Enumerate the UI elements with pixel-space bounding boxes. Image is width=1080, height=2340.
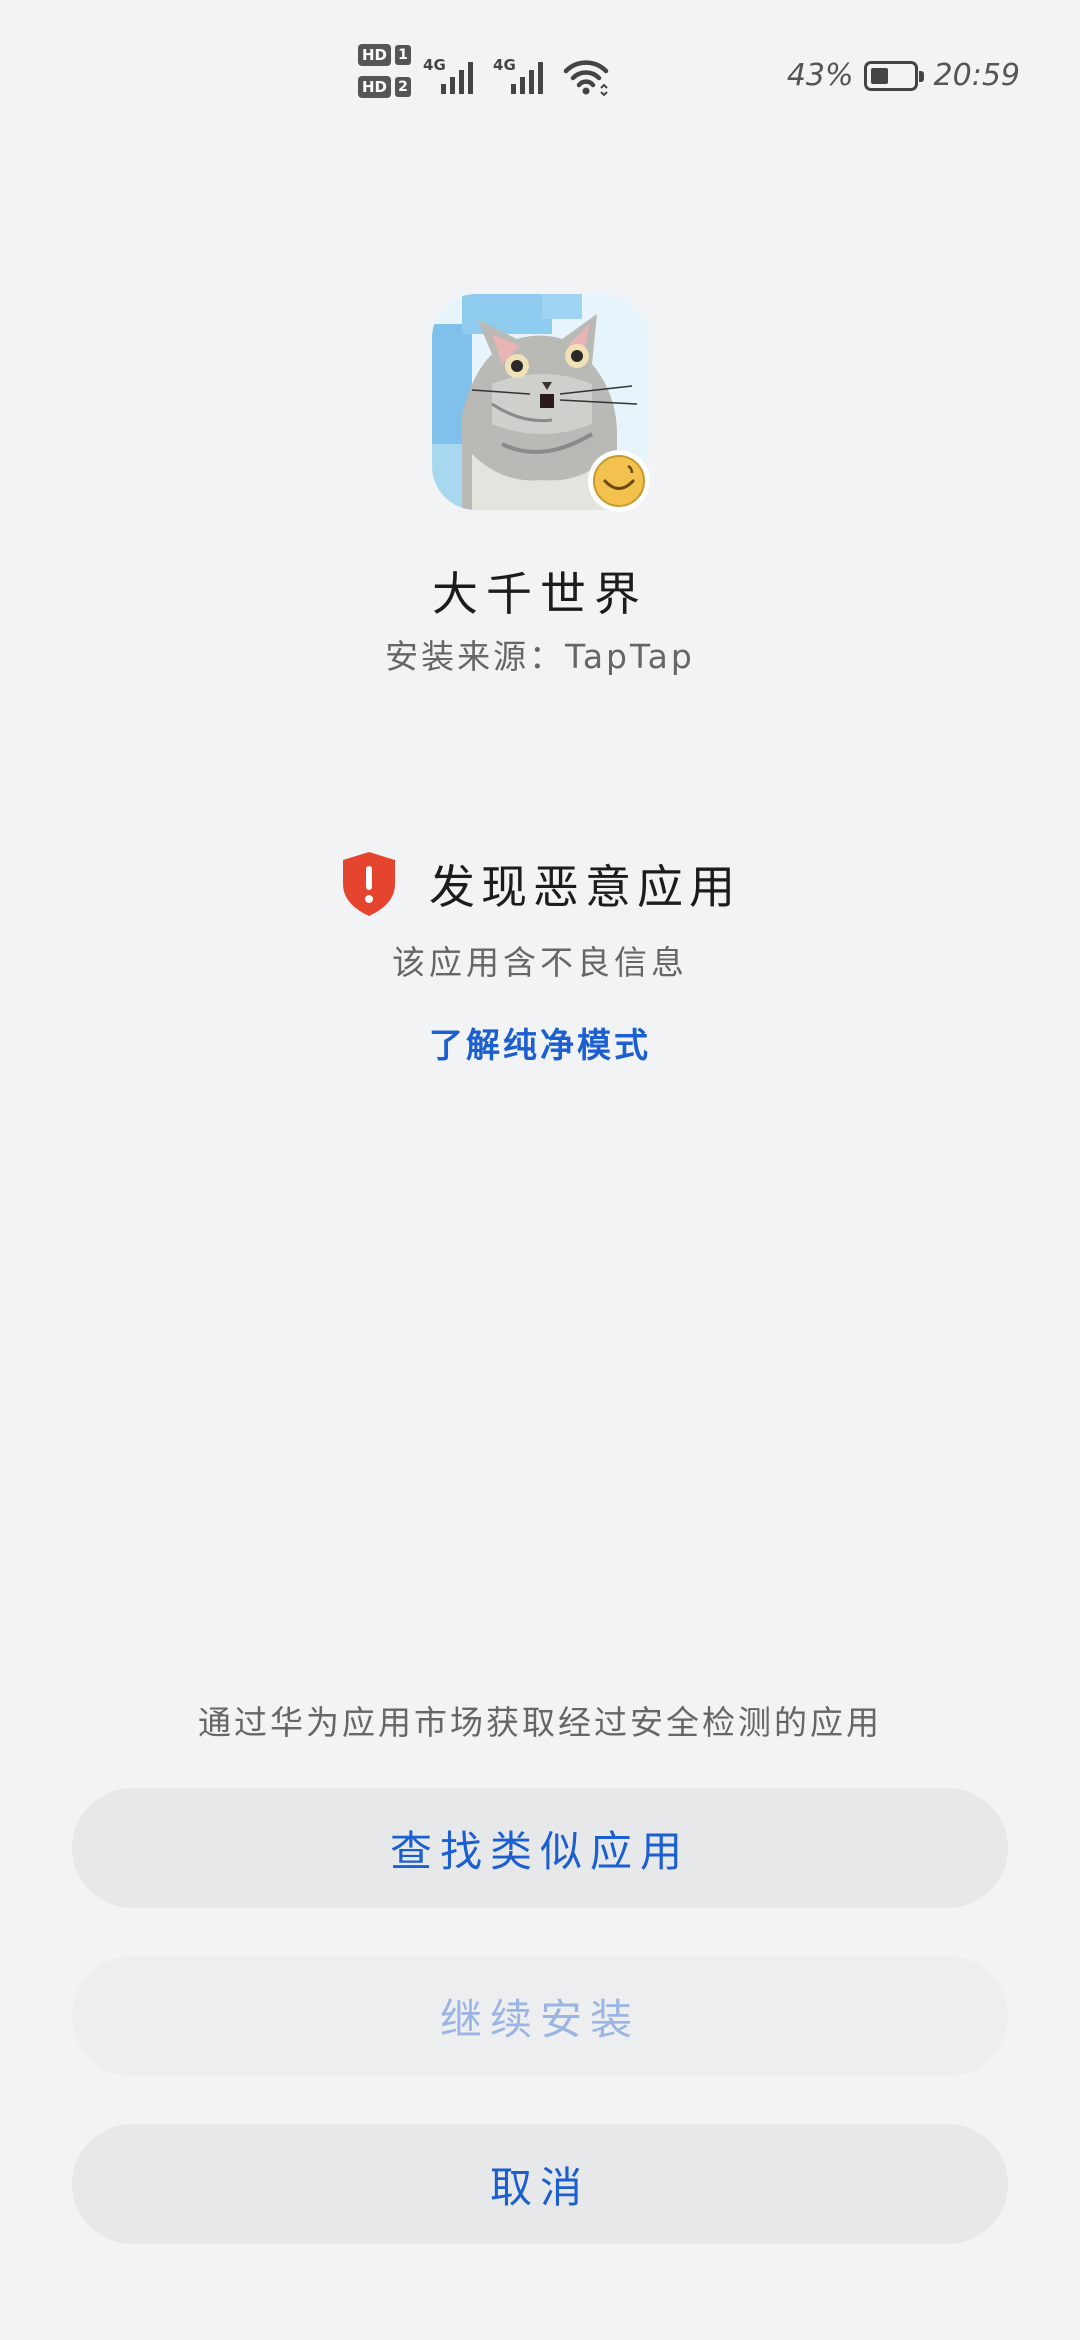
signal-bars-2-icon bbox=[511, 62, 544, 94]
recommend-text: 通过华为应用市场获取经过安全检测的应用 bbox=[198, 1703, 882, 1742]
status-bar-right: 43% 20:59 bbox=[787, 58, 1020, 93]
smiley-face-icon bbox=[593, 455, 645, 507]
hd-badge-1: HD bbox=[358, 44, 392, 66]
status-bar: HD 1 HD 2 4G 4G 43% 20:59 bbox=[0, 0, 1080, 150]
continue-install-button[interactable]: 继续安装 bbox=[72, 1956, 1008, 2076]
sim1-indicator: HD 1 bbox=[358, 44, 412, 66]
battery-fill bbox=[870, 67, 888, 84]
app-name: 大千世界 bbox=[432, 567, 648, 621]
battery-icon bbox=[863, 60, 924, 91]
find-similar-apps-button[interactable]: 查找类似应用 bbox=[72, 1788, 1008, 1908]
warning-header: 发现恶意应用 bbox=[0, 850, 1080, 918]
warning-description: 该应用含不良信息 bbox=[392, 943, 688, 982]
warning-title: 发现恶意应用 bbox=[429, 860, 741, 914]
signal-1: 4G bbox=[423, 44, 481, 98]
sim2-indicator: HD 2 bbox=[358, 76, 412, 98]
signal-2: 4G bbox=[493, 44, 551, 98]
battery-percent: 43% bbox=[786, 58, 854, 93]
sim1-number: 1 bbox=[395, 45, 412, 65]
cancel-button[interactable]: 取消 bbox=[72, 2124, 1008, 2244]
find-similar-apps-label: 查找类似应用 bbox=[389, 1826, 690, 1876]
shield-alert-icon bbox=[343, 852, 395, 916]
clock: 20:59 bbox=[933, 58, 1020, 93]
signal-bars-1-icon bbox=[441, 62, 474, 94]
wifi-icon bbox=[563, 60, 609, 97]
install-source: 安装来源：TapTap bbox=[385, 637, 695, 676]
continue-install-label: 继续安装 bbox=[439, 1994, 640, 2044]
sim-indicators: HD 1 HD 2 bbox=[358, 44, 412, 98]
hd-badge-2: HD bbox=[358, 76, 392, 98]
sim2-number: 2 bbox=[395, 77, 412, 97]
status-bar-left: HD 1 HD 2 4G 4G bbox=[358, 44, 609, 98]
learn-pure-mode-link[interactable]: 了解纯净模式 bbox=[0, 1018, 1080, 1067]
cancel-label: 取消 bbox=[489, 2162, 590, 2212]
smiley-badge-icon bbox=[588, 450, 650, 512]
